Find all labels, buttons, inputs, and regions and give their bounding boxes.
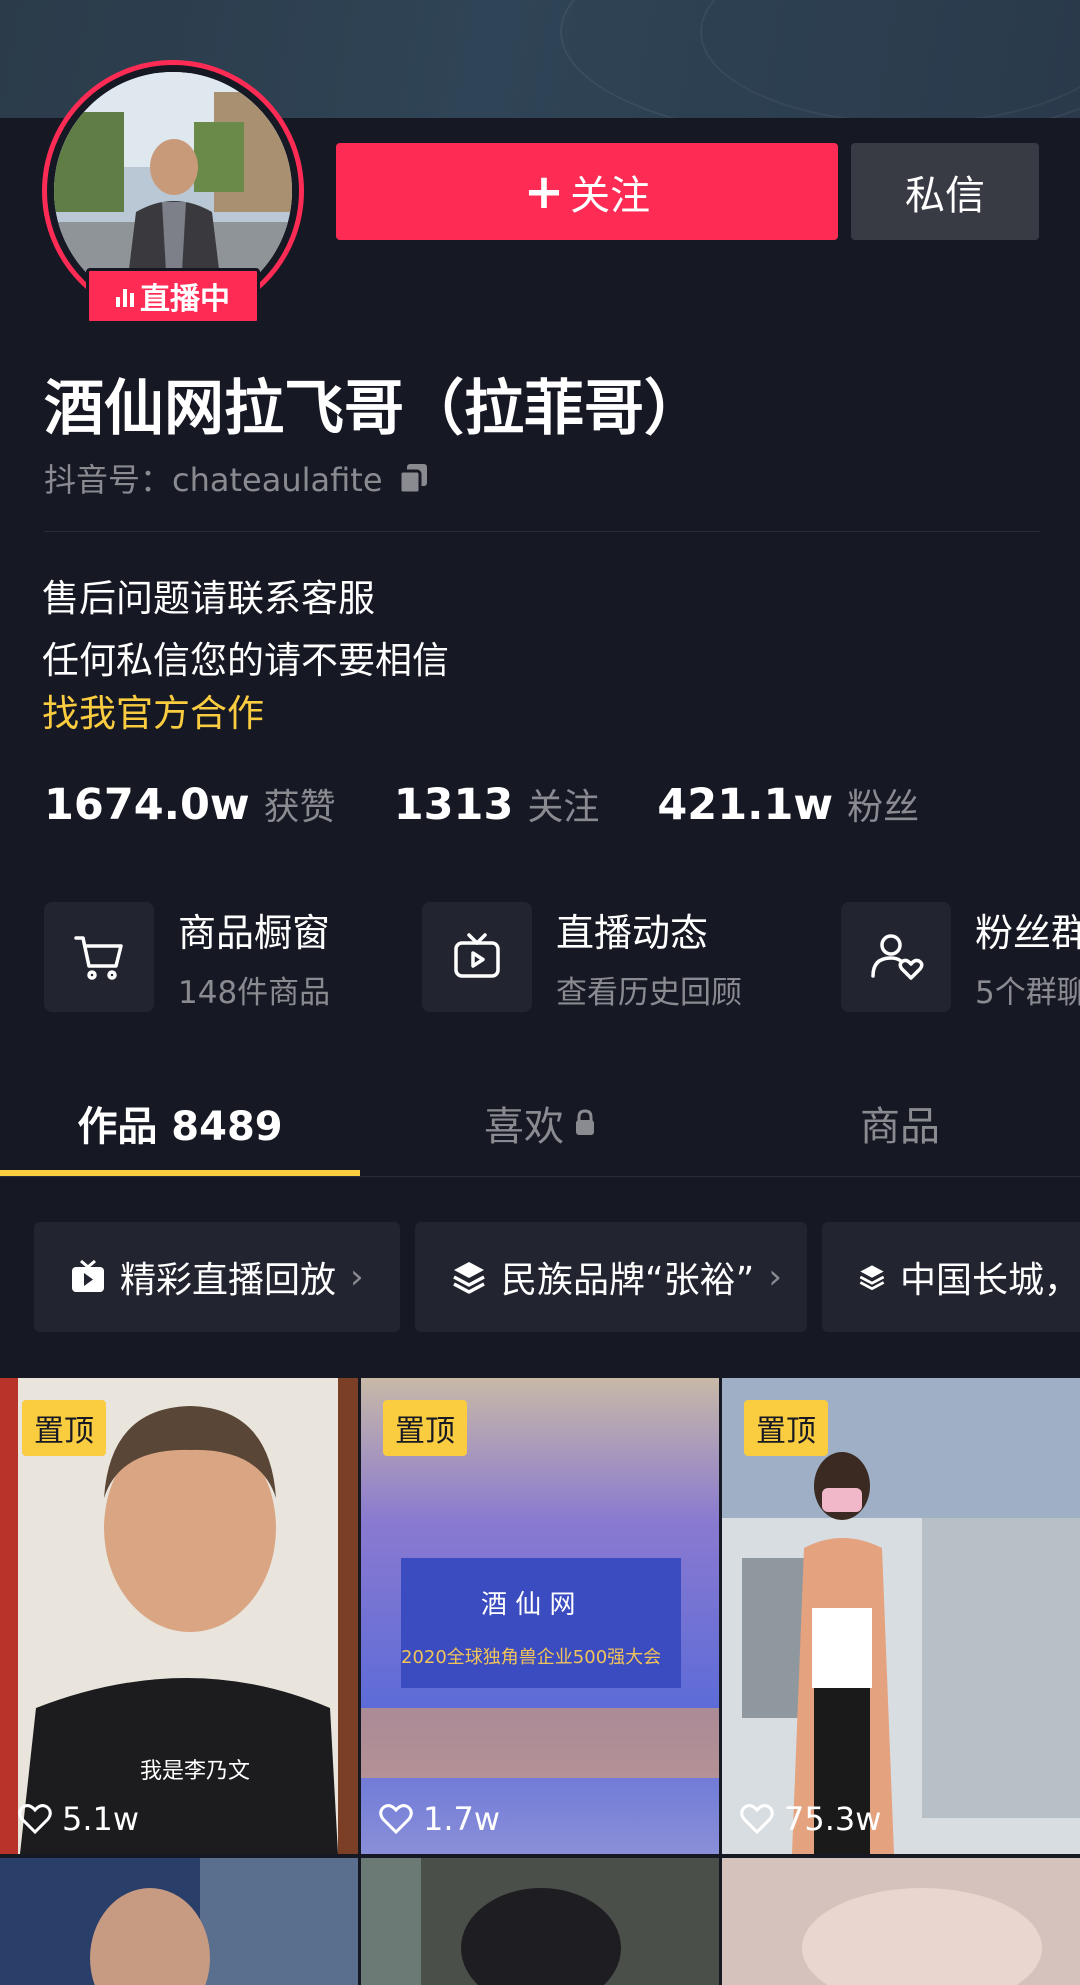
video-likes: 1.7w [379,1800,500,1838]
video-likes: 75.3w [740,1800,881,1838]
lock-icon [576,1109,594,1135]
cart-icon [44,902,154,1012]
message-label: 私信 [905,172,985,219]
divider [44,531,1040,532]
video-cover-image [722,1858,1080,1985]
stat-label: 获赞 [263,787,336,828]
feature-live-history[interactable]: 直播动态 查看历史回顾 [422,902,742,1012]
feature-title: 粉丝群 [975,911,1080,955]
collection-label: 中国长城， [899,1260,1080,1301]
bio-line: 售后问题请联系客服 [42,577,375,620]
stat-likes[interactable]: 1674.0w 获赞 [44,778,336,830]
svg-text:2020全球独角兽企业500强大会: 2020全球独角兽企业500强大会 [401,1647,661,1668]
heart-icon [379,1804,413,1834]
chevron-right-icon: › [768,1257,782,1297]
layers-icon [859,1265,885,1291]
stat-label: 粉丝 [847,787,920,828]
bio-link[interactable]: 找我官方合作 [42,683,264,737]
video-cover-image [0,1858,358,1985]
pinned-badge: 置顶 [22,1400,106,1456]
live-badge[interactable]: 直播中 [86,268,260,324]
tab-works[interactable]: 作品 8489 [0,1085,360,1161]
feature-subtitle: 查看历史回顾 [556,975,742,1011]
stat-following[interactable]: 1313 关注 [394,778,600,830]
feature-title: 直播动态 [556,911,709,955]
follow-label: 关注 [570,172,651,219]
chevron-right-icon: › [350,1257,364,1297]
profile-name: 酒仙网拉飞哥（拉菲哥） [44,374,704,444]
tab-divider [0,1176,1080,1177]
collection-chip-live-replay[interactable]: 精彩直播回放 › [34,1222,400,1332]
plus-icon: + [523,163,565,220]
collection-label: 民族品牌“张裕” [501,1260,755,1301]
collection-chip-changyu[interactable]: 民族品牌“张裕” › [415,1222,807,1332]
tab-label: 喜欢 [484,1104,564,1150]
feature-subtitle: 148件商品 [178,975,331,1011]
video-thumbnail[interactable] [722,1858,1080,1985]
tv-play-icon [422,902,532,1012]
svg-text:我是李乃文: 我是李乃文 [140,1759,250,1784]
feature-subtitle: 5个群聊 [975,975,1080,1011]
likes-count: 5.1w [62,1800,140,1838]
live-badge-label: 直播中 [140,282,230,317]
likes-count: 75.3w [784,1800,882,1838]
likes-count: 1.7w [423,1800,501,1838]
stat-value: 1674.0w [44,780,250,830]
video-thumbnail[interactable]: 我是李乃文 置顶 5.1w [0,1378,358,1854]
stat-label: 关注 [527,787,600,828]
video-thumbnail[interactable] [361,1858,719,1985]
stat-value: 1313 [393,780,514,830]
tab-label: 作品 8489 [77,1104,283,1150]
layers-icon [453,1262,485,1294]
tab-label: 商品 [860,1104,940,1150]
feature-title: 商品橱窗 [178,911,331,955]
stats-row: 1674.0w 获赞 1313 关注 421.1w 粉丝 [44,778,919,830]
profile-handle: 抖音号：chateaulafite [44,461,383,499]
stat-followers[interactable]: 421.1w 粉丝 [657,778,919,830]
collection-label: 精彩直播回放 [120,1260,337,1301]
video-thumbnail[interactable]: 置顶 75.3w [722,1378,1080,1854]
video-likes: 5.1w [18,1800,139,1838]
user-heart-icon [841,902,951,1012]
tab-likes[interactable]: 喜欢 [360,1085,720,1161]
tab-products[interactable]: 商品 [720,1085,1080,1161]
pinned-badge: 置顶 [383,1400,467,1456]
heart-icon [18,1804,52,1834]
bio-line: 任何私信您的请不要相信 [42,639,449,682]
video-thumbnail[interactable]: 酒 仙 网 2020全球独角兽企业500强大会 置顶 1.7w [361,1378,719,1854]
pinned-badge: 置顶 [744,1400,828,1456]
stat-value: 421.1w [657,780,834,830]
video-cover-image [361,1858,719,1985]
copy-icon[interactable] [397,461,431,495]
collection-chip-great-wall[interactable]: 中国长城， [822,1222,1080,1332]
video-thumbnail[interactable] [0,1858,358,1985]
svg-text:酒 仙 网: 酒 仙 网 [481,1590,576,1620]
follow-button[interactable]: + 关注 [336,143,838,240]
heart-icon [740,1804,774,1834]
live-replay-icon [72,1259,104,1292]
live-bars-icon [116,285,134,307]
feature-shop-window[interactable]: 商品橱窗 148件商品 [44,902,330,1012]
message-button[interactable]: 私信 [851,143,1039,240]
feature-fan-groups[interactable]: 粉丝群 5个群聊 [841,902,1080,1012]
profile-handle-row: 抖音号：chateaulafite [44,455,431,501]
